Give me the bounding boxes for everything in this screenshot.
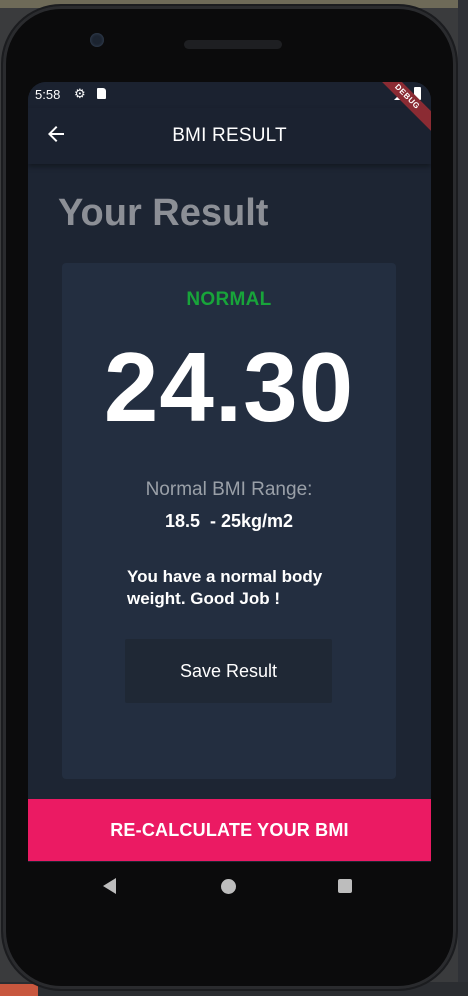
nav-recents-icon[interactable] <box>338 879 352 893</box>
normal-range-label: Normal BMI Range: <box>145 479 313 500</box>
nav-back-icon[interactable] <box>103 878 116 894</box>
save-result-button[interactable]: Save Result <box>125 639 332 703</box>
android-nav-bar <box>28 862 431 910</box>
normal-range-value: 18.5 - 25kg/m2 <box>164 511 294 531</box>
app-bar: BMI RESULT <box>28 108 431 164</box>
advice-text: You have a normal body weight. Good Job … <box>127 567 323 608</box>
bmi-status-label: NORMAL <box>186 289 272 310</box>
status-time: 5:58 <box>35 87 61 102</box>
desktop-background-right <box>458 0 468 996</box>
page-title: Your Result <box>58 192 269 234</box>
settings-gear-icon: ⚙ <box>74 86 86 101</box>
app-screen: 5:58 ⚙ BMI RESULT DEBUG Your Result NORM… <box>28 82 431 862</box>
result-card: NORMAL 24.30 Normal BMI Range: 18.5 - 25… <box>62 263 396 779</box>
front-camera <box>90 33 104 47</box>
nav-home-icon[interactable] <box>221 879 236 894</box>
app-bar-title: BMI RESULT <box>172 125 287 146</box>
bmi-value: 24.30 <box>103 332 355 442</box>
taskbar-app-icon[interactable] <box>0 984 38 996</box>
earpiece-speaker <box>184 40 282 49</box>
status-bar: 5:58 ⚙ <box>28 82 431 108</box>
sd-card-icon <box>97 88 106 99</box>
recalculate-button[interactable]: RE-CALCULATE YOUR BMI <box>28 799 431 861</box>
